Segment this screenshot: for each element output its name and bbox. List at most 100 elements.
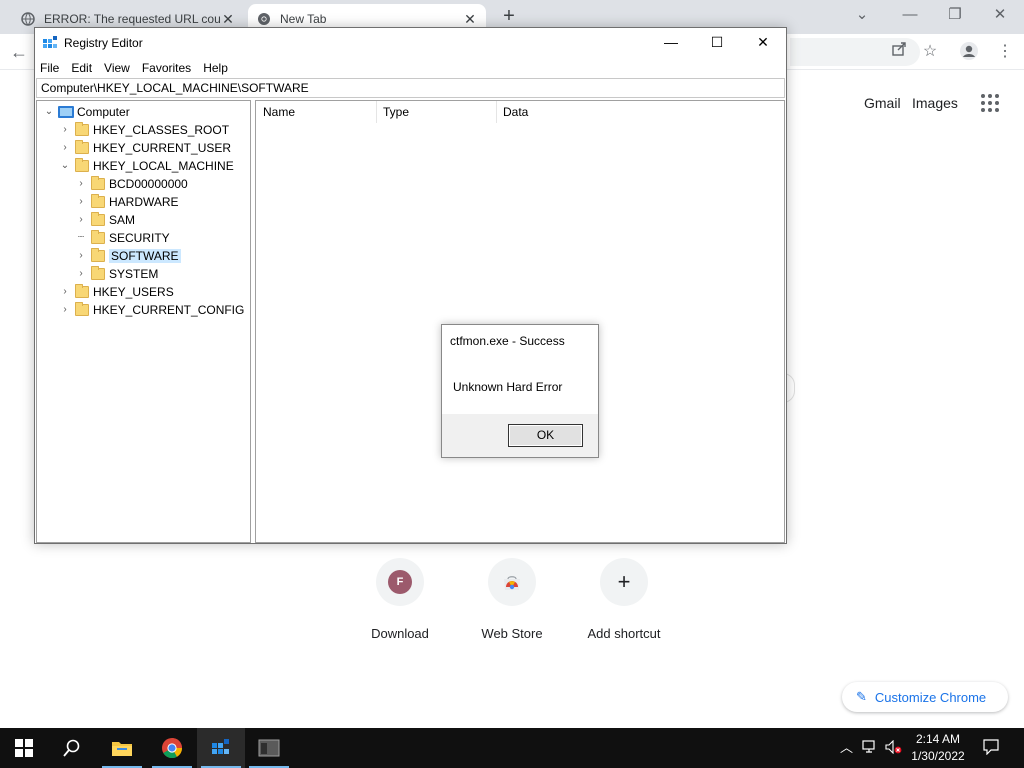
chrome-icon [256,11,272,27]
column-header-type[interactable]: Type [383,105,409,119]
folder-icon [75,284,89,298]
expand-chevron-icon[interactable]: › [75,265,87,283]
tree-item-software[interactable]: › SOFTWARE [75,247,181,265]
volume-muted-icon[interactable] [885,739,903,758]
tree-item-label: HKEY_USERS [93,285,174,299]
column-header-name[interactable]: Name [263,105,295,119]
download-favicon: F [388,570,412,594]
new-tab-button[interactable]: + [498,6,520,28]
column-divider[interactable] [496,101,497,123]
tree-item-hardware[interactable]: › HARDWARE [75,193,179,211]
tab-close-icon[interactable]: ✕ [220,11,236,27]
expand-chevron-icon[interactable]: › [59,139,71,157]
tree-item-hklm[interactable]: ⌄ HKEY_LOCAL_MACHINE [59,157,234,175]
shortcut-web-store[interactable]: Web Store [462,558,562,641]
share-icon[interactable] [888,41,910,63]
tree-item-label: HKEY_CURRENT_CONFIG [93,303,245,317]
tree-item-hkcc[interactable]: › HKEY_CURRENT_CONFIG [59,301,244,319]
key-tree[interactable]: ⌄ Computer › HKEY_CLASSES_ROOT › HKEY_CU… [36,100,251,543]
chevron-up-icon[interactable]: ︿ [840,740,853,756]
restore-icon[interactable]: ❐ [935,4,975,26]
images-link[interactable]: Images [912,95,958,111]
terminal-button[interactable] [245,728,293,768]
folder-icon [75,122,89,136]
dialog-footer: OK [442,414,598,457]
shortcut-tile [488,558,536,606]
back-arrow-icon[interactable]: ← [10,40,34,64]
tree-item-sam[interactable]: › SAM [75,211,135,229]
customize-chrome-button[interactable]: ✎ Customize Chrome [842,682,1008,712]
more-menu-icon[interactable]: ⋮ [994,41,1016,63]
column-divider[interactable] [376,101,377,123]
expand-chevron-icon[interactable]: › [59,121,71,139]
tree-item-computer[interactable]: ⌄ Computer [43,103,130,121]
tree-item-label: HKEY_CURRENT_USER [93,141,232,155]
error-dialog[interactable]: ctfmon.exe - Success Unknown Hard Error … [441,324,599,458]
pencil-icon: ✎ [856,689,867,704]
expand-chevron-icon[interactable]: › [75,193,87,211]
google-apps-icon[interactable] [981,94,999,112]
network-icon[interactable] [862,740,878,758]
menu-edit[interactable]: Edit [71,61,92,75]
tab-title: New Tab [280,12,327,26]
regedit-taskbar-button[interactable] [197,728,245,768]
expand-chevron-icon[interactable]: › [75,211,87,229]
collapse-chevron-icon[interactable]: ⌄ [43,103,55,121]
search-button[interactable] [48,728,96,768]
expand-chevron-icon[interactable]: › [59,283,71,301]
folder-icon [75,158,89,172]
address-bar[interactable]: Computer\HKEY_LOCAL_MACHINE\SOFTWARE [36,78,785,98]
chrome-button[interactable] [148,728,196,768]
close-icon[interactable]: ✕ [980,4,1020,26]
tree-item-hku[interactable]: › HKEY_USERS [59,283,174,301]
globe-icon [20,11,36,27]
folder-icon [91,230,105,244]
expand-chevron-icon[interactable]: › [75,247,87,265]
tab-search-icon[interactable]: ⌄ [842,4,882,26]
tree-line: ┈ [77,232,85,243]
folder-icon [75,140,89,154]
folder-icon [91,212,105,226]
expand-chevron-icon[interactable]: › [59,301,71,319]
tab-close-icon[interactable]: ✕ [462,11,478,27]
shortcut-add[interactable]: + Add shortcut [574,558,674,641]
column-header-data[interactable]: Data [503,105,528,119]
notification-icon[interactable] [983,739,999,759]
folder-icon [75,302,89,316]
ok-button[interactable]: OK [508,424,583,447]
menu-file[interactable]: File [40,61,59,75]
values-list[interactable]: Name Type Data [255,100,785,543]
start-button[interactable] [0,728,48,768]
title-bar[interactable]: Registry Editor — ☐ ✕ [35,28,786,58]
menu-view[interactable]: View [104,61,130,75]
registry-editor-window[interactable]: Registry Editor — ☐ ✕ File Edit View Fav… [34,27,787,544]
shortcut-download[interactable]: F Download [350,558,450,641]
tree-item-system[interactable]: › SYSTEM [75,265,158,283]
tab-title: ERROR: The requested URL could not be re… [44,12,220,26]
shortcut-tile: F [376,558,424,606]
tree-item-bcd[interactable]: › BCD00000000 [75,175,188,193]
bookmark-star-icon[interactable]: ☆ [919,41,941,63]
maximize-icon[interactable]: ☐ [694,28,740,58]
terminal-icon [258,739,280,757]
menu-favorites[interactable]: Favorites [142,61,191,75]
system-clock[interactable]: 2:14 AM 1/30/2022 [904,731,972,765]
tree-item-hkcr[interactable]: › HKEY_CLASSES_ROOT [59,121,229,139]
close-icon[interactable]: ✕ [740,28,786,58]
folder-icon [91,266,105,280]
tree-item-security[interactable]: ┈ SECURITY [75,229,170,247]
minimize-icon[interactable]: — [648,28,694,58]
chrome-icon [162,738,183,759]
menu-help[interactable]: Help [203,61,228,75]
file-explorer-button[interactable] [98,728,146,768]
folder-icon [91,248,105,262]
minimize-icon[interactable]: — [890,4,930,26]
gmail-link[interactable]: Gmail [864,95,901,111]
collapse-chevron-icon[interactable]: ⌄ [59,157,71,175]
folder-icon [91,194,105,208]
folder-icon [112,742,132,756]
profile-avatar-icon[interactable] [958,41,980,63]
tree-item-hkcu[interactable]: › HKEY_CURRENT_USER [59,139,231,157]
regedit-app-icon [212,739,229,754]
expand-chevron-icon[interactable]: › [75,175,87,193]
